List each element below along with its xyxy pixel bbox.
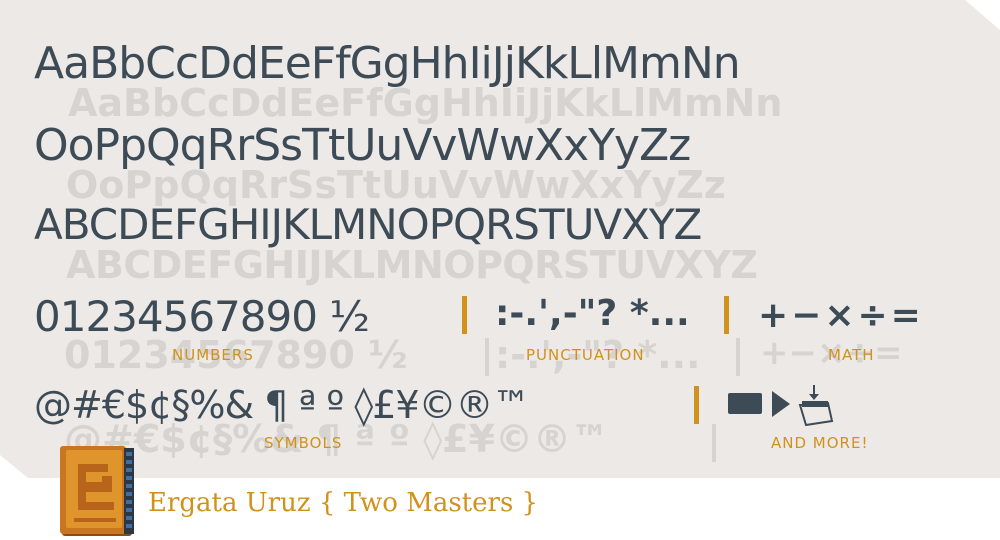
math-label: MATH [828, 346, 875, 364]
specimen-row1: AaBbCcDdEeFfGgHhIiJjKkLlMmNn [34, 38, 741, 89]
punctuation-sample: :-.',-"? *... [495, 293, 690, 334]
numbers-sample: 01234567890 ½ [34, 292, 370, 341]
divider-numbers-punctuation [462, 296, 467, 334]
download-icon [798, 385, 834, 427]
ghost-row3: ABCDEFGHIJKLMNOPQRSTUVXYZ [66, 243, 758, 287]
book-logo-icon [60, 446, 134, 536]
rectangle-icon [728, 393, 762, 414]
divider-punctuation-math [724, 296, 729, 334]
symbols-sample: @#€$¢§%& ¶ ª º ◊£¥©®™ [34, 383, 531, 427]
specimen-row2: OoPpQqRrSsTtUuVvWwXxYyZz [34, 120, 691, 171]
ghost-row1: AaBbCcDdEeFfGgHhIiJjKkLlMmNn [68, 81, 783, 125]
ghost-row2: OoPpQqRrSsTtUuVvWwXxYyZz [66, 163, 726, 207]
ghost-divider-3 [712, 424, 716, 462]
symbols-label: SYMBOLS [264, 434, 343, 452]
ghost-divider-1 [485, 338, 489, 376]
font-title: Ergata Uruz { Two Masters } [148, 488, 539, 518]
specimen-row3: ABCDEFGHIJKLMNOPQRSTUVXYZ [34, 200, 702, 249]
punctuation-label: PUNCTUATION [526, 346, 645, 364]
extra-glyphs [728, 385, 834, 427]
specimen-panel: AaBbCcDdEeFfGgHhIiJjKkLlMmNn OoPpQqRrSsT… [0, 0, 1000, 478]
and-more-label: AND MORE! [771, 434, 869, 452]
math-sample: +−×÷= [758, 295, 924, 336]
divider-symbols-more [694, 386, 699, 424]
numbers-label: NUMBERS [172, 346, 254, 364]
ghost-divider-2 [736, 338, 740, 376]
play-arrow-icon [772, 391, 790, 417]
